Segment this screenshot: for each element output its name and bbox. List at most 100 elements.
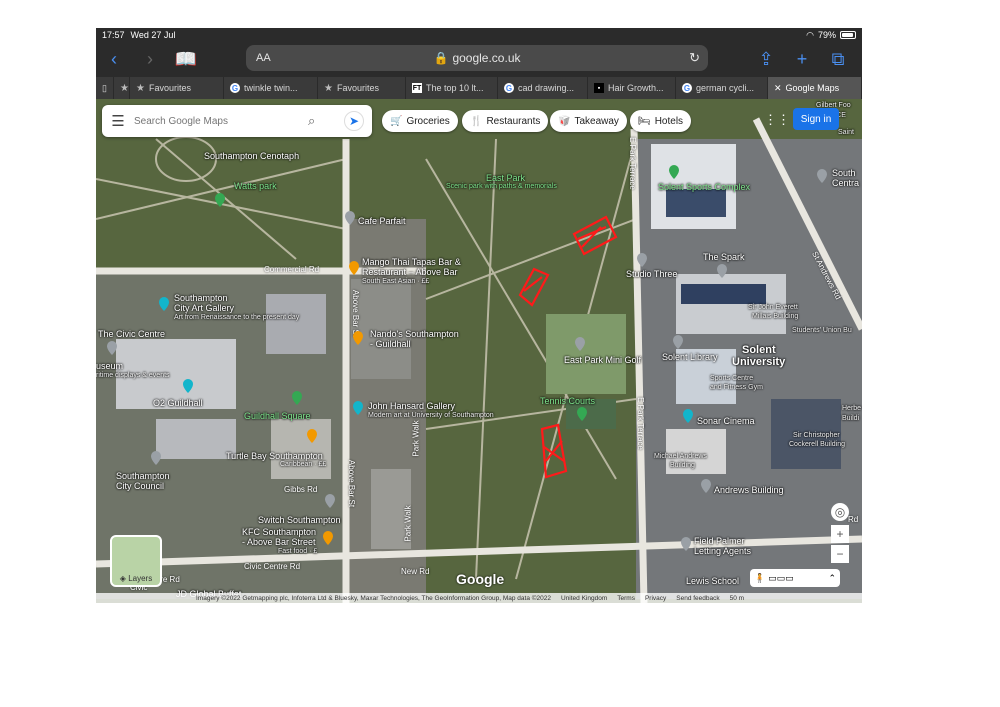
search-box[interactable]: ☰ ⌕ ➤ (102, 105, 372, 137)
venue-pin-icon[interactable] (182, 379, 194, 393)
building-pin-icon[interactable] (700, 479, 712, 493)
tab-favourites-2[interactable]: ★ Favourites (318, 77, 406, 99)
new-tab-icon[interactable]: + (784, 42, 820, 76)
restaurant-pin-icon[interactable] (348, 261, 360, 275)
tab-overview[interactable]: ▯ (96, 77, 114, 99)
place-label[interactable]: Studio Three (626, 269, 677, 279)
place-label[interactable]: Solent (742, 344, 776, 356)
sports-pin-icon[interactable] (668, 165, 680, 179)
place-label[interactable]: University (732, 356, 785, 368)
my-location-icon[interactable]: ◎ (831, 503, 849, 521)
venue-pin-icon[interactable] (324, 494, 336, 508)
place-label[interactable]: useum (96, 361, 123, 371)
place-label[interactable]: Turtle Bay Southampton (226, 451, 323, 461)
tab-hair[interactable]: ▪ Hair Growth... (588, 77, 676, 99)
place-label[interactable]: Mango Thai Tapas Bar & (362, 257, 461, 267)
street-view-strip[interactable]: 🧍 ▭▭▭ ⌃ (750, 569, 840, 587)
directions-icon[interactable]: ➤ (344, 111, 364, 131)
park-pin-icon[interactable] (214, 193, 226, 207)
place-label[interactable]: The Civic Centre (98, 329, 165, 339)
tab-google-maps[interactable]: ✕ Google Maps (768, 77, 862, 99)
building-pin-icon[interactable] (716, 264, 728, 278)
tabs-overview-icon[interactable]: ⧉ (820, 42, 856, 76)
chip-restaurants[interactable]: 🍴 Restaurants (462, 110, 549, 132)
sign-in-button[interactable]: Sign in (793, 108, 839, 130)
place-label[interactable]: City Council (116, 481, 164, 491)
zoom-out-button[interactable]: − (831, 545, 849, 563)
back-icon[interactable]: ‹ (96, 42, 132, 76)
golf-pin-icon[interactable] (574, 337, 586, 351)
place-label[interactable]: Nando's Southampton (370, 329, 459, 339)
place-label[interactable]: Field Palmer (694, 536, 745, 546)
text-size-button[interactable]: AA (256, 52, 271, 64)
place-label[interactable]: Switch Southampton (258, 515, 341, 525)
place-label[interactable]: East Park Mini Golf (564, 355, 641, 365)
reload-icon[interactable]: ↻ (689, 50, 700, 66)
restaurant-pin-icon[interactable] (306, 429, 318, 443)
address-bar[interactable]: AA 🔒 google.co.uk ↻ (246, 45, 708, 71)
agent-pin-icon[interactable] (680, 537, 692, 551)
place-label[interactable]: - Guildhall (370, 339, 411, 349)
chip-hotels[interactable]: 🛏 Hotels (630, 110, 692, 132)
place-label[interactable]: Lewis School (686, 576, 739, 586)
place-label[interactable]: Southampton Cenotaph (204, 151, 299, 161)
place-label[interactable]: Guildhall Square (244, 411, 311, 421)
place-label[interactable]: - Above Bar Street (242, 537, 316, 547)
studio-pin-icon[interactable] (636, 253, 648, 267)
place-label[interactable]: The Spark (703, 252, 745, 262)
place-label[interactable]: Cafe Parfait (358, 216, 406, 226)
tab-cad[interactable]: Gcad drawing... (498, 77, 588, 99)
bookmarks-icon[interactable]: 📖 (168, 42, 204, 76)
place-label[interactable]: Letting Agents (694, 546, 751, 556)
takeaway-icon: 🥡 (558, 115, 571, 127)
place-label[interactable]: Solent Library (662, 352, 718, 362)
search-icon[interactable]: ⌕ (308, 113, 315, 129)
zoom-in-button[interactable]: + (831, 525, 849, 543)
council-pin-icon[interactable] (150, 451, 162, 465)
tab-favourites-1[interactable]: ★ Favourites (130, 77, 224, 99)
library-pin-icon[interactable] (672, 335, 684, 349)
tab-star[interactable]: ★ (114, 77, 130, 99)
apps-grid-icon[interactable]: ⋮⋮ (764, 112, 790, 128)
place-label[interactable]: KFC Southampton (242, 527, 316, 537)
chip-groceries[interactable]: 🛒 Groceries (382, 110, 458, 132)
tab-german[interactable]: Ggerman cycli... (676, 77, 768, 99)
search-input[interactable] (134, 115, 294, 127)
place-label[interactable]: South (832, 168, 856, 178)
place-label[interactable]: Watts park (234, 181, 277, 191)
tab-twinkle[interactable]: Gtwinkle twin... (224, 77, 318, 99)
restaurant-pin-icon[interactable] (322, 531, 334, 545)
gallery-pin-icon[interactable] (352, 401, 364, 415)
place-label[interactable]: John Hansard Gallery (368, 401, 455, 411)
cinema-pin-icon[interactable] (682, 409, 694, 423)
forward-icon[interactable]: › (132, 42, 168, 76)
imagery-thumbs[interactable]: ▭▭▭ (768, 573, 794, 584)
cafe-pin-icon[interactable] (344, 211, 356, 225)
close-icon[interactable]: ✕ (774, 83, 782, 94)
pegman-icon[interactable]: 🧍 (754, 573, 765, 584)
restaurant-pin-icon[interactable] (352, 331, 364, 345)
expand-icon[interactable]: ⌃ (828, 573, 836, 584)
place-label[interactable]: Sonar Cinema (697, 416, 755, 426)
place-label[interactable]: East Park (486, 173, 525, 183)
place-label[interactable]: Southampton (174, 293, 228, 303)
layers-button[interactable]: ◈ Layers (110, 535, 162, 587)
gallery-pin-icon[interactable] (158, 297, 170, 311)
tab-top10[interactable]: FT The top 10 lt... (406, 77, 498, 99)
place-label[interactable]: Centra (832, 178, 859, 188)
menu-icon[interactable]: ☰ (102, 112, 134, 130)
square-pin-icon[interactable] (291, 391, 303, 405)
place-label[interactable]: O2 Guildhall (153, 398, 203, 408)
map-view[interactable]: Southampton Cenotaph Watts park East Par… (96, 99, 862, 603)
place-label[interactable]: Solent Sports Complex (658, 182, 750, 192)
centre-pin-icon[interactable] (816, 169, 828, 183)
tennis-pin-icon[interactable] (576, 407, 588, 421)
civic-pin-icon[interactable] (106, 341, 118, 355)
chip-takeaway[interactable]: 🥡 Takeaway (550, 110, 627, 132)
place-label[interactable]: Andrews Building (714, 485, 784, 495)
place-label[interactable]: City Art Gallery (174, 303, 234, 313)
place-label[interactable]: Southampton (116, 471, 170, 481)
place-label[interactable]: Tennis Courts (540, 396, 595, 406)
share-icon[interactable]: ⇪ (748, 42, 784, 76)
place-label[interactable]: Restaurant – Above Bar (362, 267, 458, 277)
